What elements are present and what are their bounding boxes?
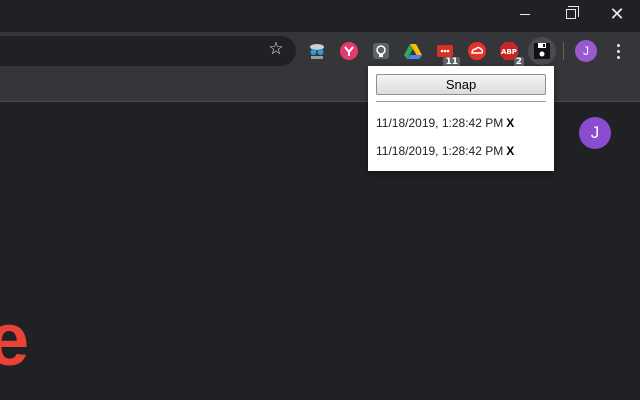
extension-snapshot[interactable] bbox=[528, 37, 556, 65]
address-bar[interactable] bbox=[0, 36, 296, 66]
extension-drive[interactable] bbox=[400, 38, 426, 64]
extension-pink[interactable] bbox=[336, 38, 362, 64]
pink-circle-icon bbox=[340, 42, 358, 60]
extension-spy[interactable] bbox=[304, 38, 330, 64]
floppy-icon bbox=[534, 43, 550, 59]
page-account-avatar[interactable]: J bbox=[579, 117, 611, 149]
bookmark-star-icon[interactable]: ☆ bbox=[266, 39, 286, 59]
extension-cloud[interactable] bbox=[464, 38, 490, 64]
cloud-icon bbox=[468, 42, 486, 60]
extension-bulb[interactable] bbox=[368, 38, 394, 64]
profile-avatar-button[interactable]: J bbox=[575, 40, 597, 62]
drive-icon bbox=[404, 44, 422, 59]
snap-button[interactable]: Snap bbox=[376, 74, 546, 95]
minimize-button[interactable] bbox=[502, 0, 548, 28]
close-icon: ✕ bbox=[609, 4, 625, 24]
minimize-icon bbox=[520, 13, 530, 15]
popup-divider bbox=[376, 101, 546, 102]
snapshot-timestamp[interactable]: 11/18/2019, 1:28:42 PM bbox=[376, 144, 503, 158]
close-window-button[interactable]: ✕ bbox=[594, 0, 640, 28]
restore-icon bbox=[566, 6, 579, 19]
maximize-button[interactable] bbox=[548, 0, 594, 28]
spy-icon bbox=[310, 44, 324, 59]
svg-text:ABP: ABP bbox=[501, 48, 517, 56]
snapshot-item[interactable]: 11/18/2019, 1:28:42 PM X bbox=[376, 114, 546, 132]
page-logo: e bbox=[0, 298, 30, 381]
extension-abp[interactable]: ABP 2 bbox=[496, 38, 524, 68]
bulb-icon bbox=[373, 43, 389, 59]
snapshot-item[interactable]: 11/18/2019, 1:28:42 PM X bbox=[376, 142, 546, 160]
title-bar: ✕ bbox=[0, 0, 640, 32]
snapshot-popup: Snap 11/18/2019, 1:28:42 PM X 11/18/2019,… bbox=[368, 66, 554, 171]
extension-ticket[interactable]: 11 bbox=[432, 38, 460, 68]
delete-snapshot-button[interactable]: X bbox=[506, 116, 514, 130]
delete-snapshot-button[interactable]: X bbox=[506, 144, 514, 158]
toolbar-separator bbox=[563, 42, 564, 60]
menu-kebab-icon[interactable] bbox=[610, 40, 626, 62]
snapshot-timestamp[interactable]: 11/18/2019, 1:28:42 PM bbox=[376, 116, 503, 130]
